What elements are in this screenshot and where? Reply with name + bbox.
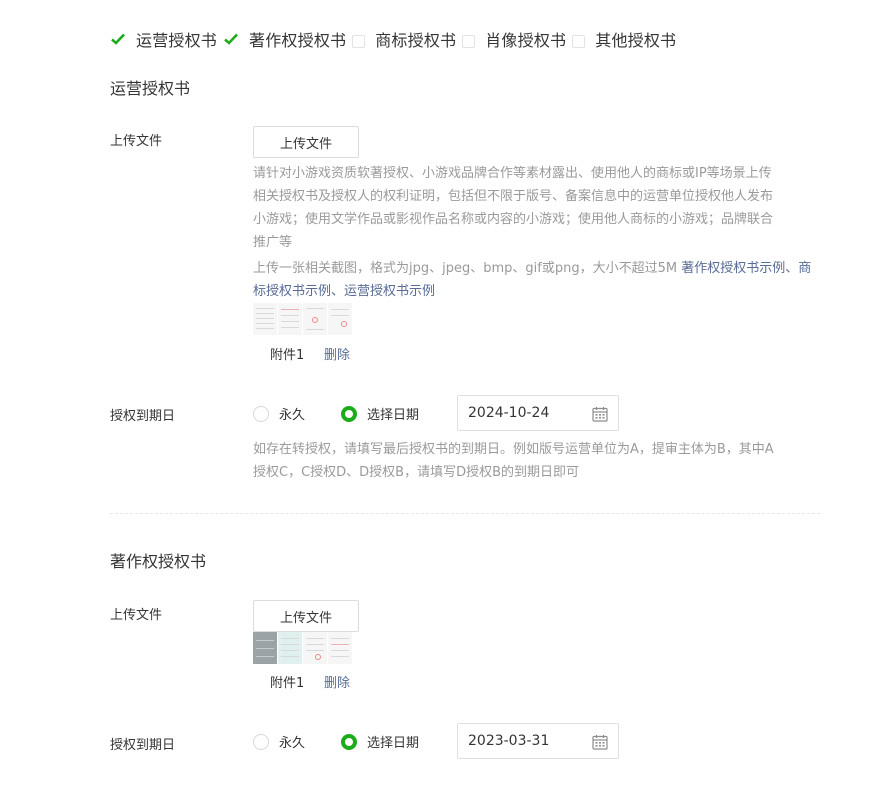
radio-label: 选择日期 (367, 736, 420, 751)
upload-file-button[interactable]: 上传文件 (253, 126, 359, 158)
delete-attachment-link[interactable]: 删除 (324, 672, 350, 691)
checkbox-operation-auth[interactable]: 运营授权书 (110, 27, 217, 51)
thumbnail-page (303, 632, 327, 664)
link-separator: 、 (785, 261, 799, 276)
checkbox-label: 运营授权书 (136, 31, 218, 50)
checkbox-empty-icon (572, 34, 586, 48)
radio-selected-icon (341, 405, 357, 422)
thumbnail-page (303, 303, 327, 335)
radio-selected-icon (341, 733, 357, 750)
attachment-thumbnail[interactable] (253, 632, 352, 664)
upload-hint: 上传一张相关截图，格式为jpg、jpeg、bmp、gif或png，大小不超过5M… (253, 257, 819, 303)
checkbox-label: 著作权授权书 (249, 31, 347, 50)
link-copyright-example[interactable]: 著作权授权书示例 (681, 261, 785, 276)
expiry-hint: 如存在转授权，请填写最后授权书的到期日。例如版号运营单位为A，提审主体为B，其中… (253, 438, 819, 484)
thumbnail-page (278, 632, 302, 664)
radio-forever[interactable]: 永久 (253, 732, 305, 751)
delete-attachment-link[interactable]: 删除 (324, 344, 350, 363)
auth-type-checkbox-group: 运营授权书 著作权授权书 商标授权书 肖像授权书 其他授权书 (110, 28, 682, 50)
thumbnail-page (328, 632, 352, 664)
checkbox-empty-icon (462, 34, 476, 48)
checkbox-portrait-auth[interactable]: 肖像授权书 (462, 27, 566, 51)
radio-unselected-icon (253, 405, 269, 422)
expiry-date-label: 授权到期日 (110, 738, 176, 753)
radio-forever[interactable]: 永久 (253, 404, 305, 423)
section-title-operation: 运营授权书 (110, 79, 191, 98)
checkbox-empty-icon (352, 34, 366, 48)
upload-file-label: 上传文件 (110, 608, 163, 623)
desc-line: 请针对小游戏资质软著授权、小游戏品牌合作等素材露出、使用他人的商标或IP等场景上… (253, 166, 772, 181)
desc-line: 相关授权书及授权人的权利证明，包括但不限于版号、备案信息中的运营单位授权他人发布 (253, 189, 774, 204)
checkmark-icon (110, 31, 126, 47)
checkbox-copyright-auth[interactable]: 著作权授权书 (223, 27, 346, 51)
checkbox-label: 其他授权书 (595, 31, 677, 50)
attachment-name: 附件1 (270, 676, 305, 691)
radio-label: 永久 (279, 736, 306, 751)
radio-select-date[interactable]: 选择日期 (341, 732, 419, 751)
hint-line: 授权C，C授权D、D授权B，请填写D授权B的到期日即可 (253, 465, 580, 480)
checkbox-label: 商标授权书 (375, 31, 457, 50)
expiry-date-label: 授权到期日 (110, 409, 176, 424)
link-operation-example[interactable]: 运营授权书示例 (344, 284, 435, 299)
upload-file-label: 上传文件 (110, 134, 163, 149)
desc-line: 小游戏；使用文学作品或影视作品名称或内容的小游戏；使用他人商标的小游戏；品牌联合 (253, 212, 774, 227)
section-title-copyright: 著作权授权书 (110, 552, 207, 571)
attachment-name: 附件1 (270, 348, 305, 363)
desc-line: 推广等 (253, 235, 293, 250)
calendar-icon (592, 735, 608, 750)
date-picker-input[interactable]: 2024-10-24 (457, 395, 619, 431)
checkbox-trademark-auth[interactable]: 商标授权书 (352, 27, 456, 51)
upload-file-button[interactable]: 上传文件 (253, 600, 359, 632)
upload-hint-text: 上传一张相关截图，格式为jpg、jpeg、bmp、gif或png，大小不超过5M (253, 261, 682, 276)
thumbnail-page (253, 303, 277, 335)
link-separator: 、 (331, 284, 345, 299)
thumbnail-page (253, 632, 277, 664)
checkmark-icon (223, 31, 239, 47)
thumbnail-page (278, 303, 302, 335)
checkbox-other-auth[interactable]: 其他授权书 (572, 27, 676, 51)
thumbnail-page (328, 303, 352, 335)
upload-description: 请针对小游戏资质软著授权、小游戏品牌合作等素材露出、使用他人的商标或IP等场景上… (253, 162, 819, 254)
radio-label: 永久 (279, 408, 306, 423)
radio-label: 选择日期 (367, 408, 420, 423)
hint-line: 如存在转授权，请填写最后授权书的到期日。例如版号运营单位为A，提审主体为B，其中… (253, 442, 774, 457)
attachment-thumbnail[interactable] (253, 303, 352, 335)
checkbox-label: 肖像授权书 (485, 31, 567, 50)
date-picker-input[interactable]: 2023-03-31 (457, 723, 619, 759)
calendar-icon (592, 407, 608, 422)
radio-select-date[interactable]: 选择日期 (341, 404, 419, 423)
date-value: 2023-03-31 (468, 733, 550, 749)
date-value: 2024-10-24 (468, 405, 550, 421)
section-divider (110, 513, 820, 514)
radio-unselected-icon (253, 733, 269, 750)
